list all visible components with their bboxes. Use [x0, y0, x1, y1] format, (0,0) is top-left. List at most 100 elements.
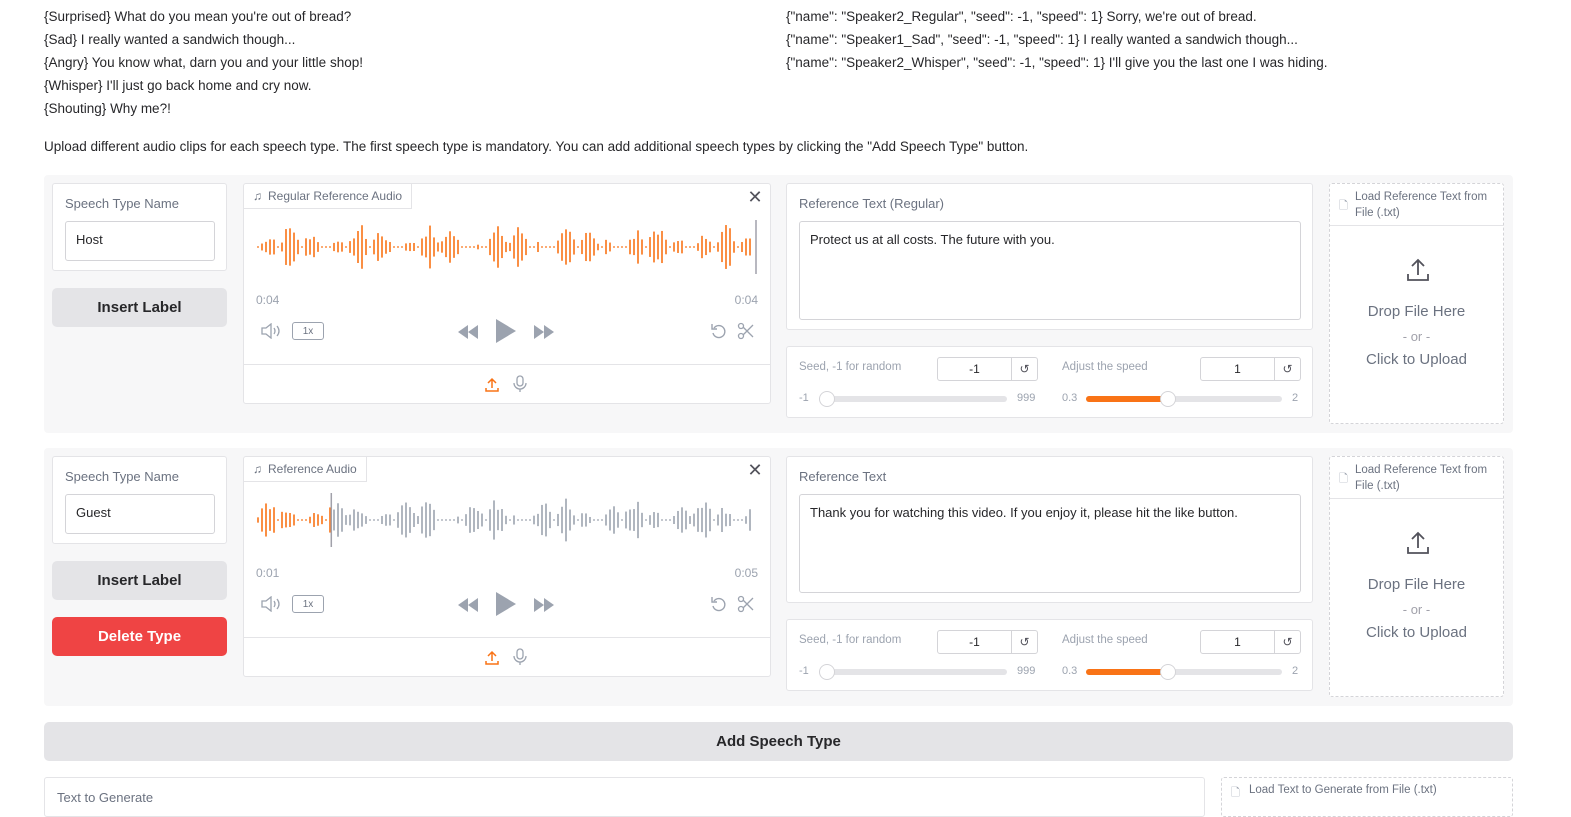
- example-line: {Shouting} Why me?!: [44, 101, 171, 116]
- volume-icon[interactable]: [260, 322, 282, 340]
- microphone-icon[interactable]: [510, 374, 530, 394]
- seed-slider[interactable]: [819, 391, 1007, 407]
- seed-number-input[interactable]: -1 ↺: [937, 357, 1038, 381]
- rewind-icon[interactable]: [456, 322, 480, 342]
- divider: [244, 637, 770, 638]
- seed-value: -1: [969, 635, 980, 649]
- seed-max: 999: [1017, 392, 1036, 404]
- reference-text-input[interactable]: Protect us at all costs. The future with…: [799, 221, 1301, 320]
- example-line: {"name": "Speaker1_Sad", "seed": -1, "sp…: [786, 32, 1298, 47]
- time-current: 0:01: [256, 566, 280, 580]
- seed-number-input[interactable]: -1 ↺: [937, 630, 1038, 654]
- speech-type-name-input[interactable]: Host: [65, 221, 215, 261]
- upload-icon: [1404, 529, 1432, 557]
- close-icon[interactable]: ✕: [744, 459, 766, 481]
- speed-slider[interactable]: [1086, 391, 1282, 407]
- time-total: 0:04: [734, 293, 758, 307]
- upload-icon: [1404, 256, 1432, 284]
- load-reference-file-dropzone[interactable]: 🗋 Load Reference Text from File (.txt) D…: [1329, 183, 1504, 424]
- speed-label: Adjust the speed: [1062, 634, 1148, 646]
- example-line: {Angry} You know what, darn you and your…: [44, 55, 363, 70]
- microphone-icon[interactable]: [510, 647, 530, 667]
- audio-label: Reference Audio: [268, 462, 357, 476]
- load-reference-file-dropzone[interactable]: 🗋 Load Reference Text from File (.txt) D…: [1329, 456, 1504, 697]
- speech-type-name-label: Speech Type Name: [65, 196, 179, 211]
- speed-value: 1: [1234, 362, 1241, 376]
- speed-max: 2: [1292, 665, 1299, 677]
- insert-label-button[interactable]: Insert Label: [52, 288, 227, 327]
- add-speech-type-button[interactable]: Add Speech Type: [44, 722, 1513, 761]
- example-line: {Surprised} What do you mean you're out …: [44, 9, 352, 24]
- scissors-icon[interactable]: [735, 321, 757, 341]
- speed-number-input[interactable]: 1 ↺: [1200, 357, 1301, 381]
- speed-max: 2: [1292, 392, 1299, 404]
- speed-slider-thumb[interactable]: [1160, 664, 1176, 680]
- fast-forward-icon[interactable]: [532, 322, 556, 342]
- seed-slider[interactable]: [819, 664, 1007, 680]
- load-text-file-dropzone[interactable]: 🗋 Load Text to Generate from File (.txt): [1221, 777, 1513, 817]
- undo-icon[interactable]: [708, 594, 730, 614]
- text-to-generate-label: Text to Generate: [57, 790, 154, 805]
- speed-slider[interactable]: [1086, 664, 1282, 680]
- seed-label: Seed, -1 for random: [799, 634, 902, 646]
- waveform[interactable]: [256, 493, 758, 547]
- playback-speed-button[interactable]: 1x: [292, 595, 324, 613]
- play-icon[interactable]: [493, 589, 519, 619]
- insert-label-button[interactable]: Insert Label: [52, 561, 227, 600]
- undo-icon[interactable]: [708, 321, 730, 341]
- seed-max: 999: [1017, 665, 1036, 677]
- waveform[interactable]: [256, 220, 758, 274]
- seed-min: -1: [799, 665, 809, 677]
- upload-icon[interactable]: [482, 375, 502, 395]
- dropzone-header: 🗋 Load Reference Text from File (.txt): [1330, 184, 1503, 226]
- or-text: - or -: [1402, 602, 1431, 617]
- audio-label-tag: ♫ Regular Reference Audio: [244, 184, 413, 209]
- click-to-upload-text: Click to Upload: [1366, 351, 1467, 368]
- file-icon: 🗋: [1231, 787, 1240, 799]
- play-icon[interactable]: [493, 316, 519, 346]
- intro-text: Upload different audio clips for each sp…: [44, 139, 1029, 154]
- delete-type-button[interactable]: Delete Type: [52, 617, 227, 656]
- upload-icon[interactable]: [482, 648, 502, 668]
- reset-icon[interactable]: ↺: [1011, 631, 1037, 653]
- example-line: {Sad} I really wanted a sandwich though.…: [44, 32, 296, 47]
- example-line: {"name": "Speaker2_Regular", "seed": -1,…: [786, 9, 1257, 24]
- scissors-icon[interactable]: [735, 594, 757, 614]
- audio-label: Regular Reference Audio: [268, 189, 403, 203]
- speech-type-row: Speech Type Name Guest Insert Label Dele…: [44, 448, 1513, 706]
- reset-icon[interactable]: ↺: [1274, 358, 1300, 380]
- speech-type-name-card: Speech Type Name Host: [52, 183, 227, 271]
- reset-icon[interactable]: ↺: [1274, 631, 1300, 653]
- dropzone-header: 🗋 Load Reference Text from File (.txt): [1330, 457, 1503, 499]
- time-total: 0:05: [734, 566, 758, 580]
- load-reference-label: Load Reference Text from File (.txt): [1355, 464, 1488, 492]
- speech-type-name-card: Speech Type Name Guest: [52, 456, 227, 544]
- speed-number-input[interactable]: 1 ↺: [1200, 630, 1301, 654]
- time-current: 0:04: [256, 293, 280, 307]
- seed-label: Seed, -1 for random: [799, 361, 902, 373]
- reference-audio-card: ♫ Regular Reference Audio ✕ 0:04 0:04 1x: [243, 183, 771, 404]
- music-note-icon: ♫: [253, 189, 262, 203]
- reference-audio-card: ♫ Reference Audio ✕ 0:01 0:05 1x: [243, 456, 771, 677]
- playback-speed-button[interactable]: 1x: [292, 322, 324, 340]
- reference-text-card: Reference Text Thank you for watching th…: [786, 456, 1313, 603]
- file-icon: 🗋: [1339, 200, 1348, 212]
- load-reference-label: Load Reference Text from File (.txt): [1355, 191, 1488, 219]
- reset-icon[interactable]: ↺: [1011, 358, 1037, 380]
- text-to-generate-card: Text to Generate: [44, 777, 1205, 817]
- close-icon[interactable]: ✕: [744, 186, 766, 208]
- volume-icon[interactable]: [260, 595, 282, 613]
- seed-slider-thumb[interactable]: [819, 391, 835, 407]
- speed-slider-thumb[interactable]: [1160, 391, 1176, 407]
- seed-slider-thumb[interactable]: [819, 664, 835, 680]
- fast-forward-icon[interactable]: [532, 595, 556, 615]
- file-icon: 🗋: [1339, 473, 1348, 485]
- rewind-icon[interactable]: [456, 595, 480, 615]
- seed-value: -1: [969, 362, 980, 376]
- speech-type-name-input[interactable]: Guest: [65, 494, 215, 534]
- example-line: {"name": "Speaker2_Whisper", "seed": -1,…: [786, 55, 1328, 70]
- reference-text-input[interactable]: Thank you for watching this video. If yo…: [799, 494, 1301, 593]
- drop-file-text: Drop File Here: [1367, 303, 1466, 320]
- speech-type-name-label: Speech Type Name: [65, 469, 179, 484]
- or-text: - or -: [1402, 329, 1431, 344]
